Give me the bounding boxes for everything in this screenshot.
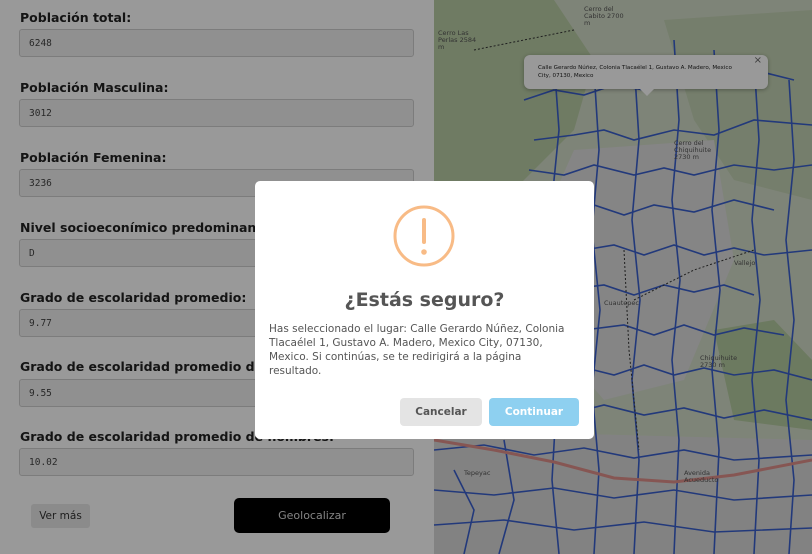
confirm-dialog: ¿Estás seguro? Has seleccionado el lugar… (255, 181, 594, 439)
warning-icon (393, 205, 455, 267)
dialog-title: ¿Estás seguro? (344, 289, 505, 311)
continue-button[interactable]: Continuar (489, 398, 579, 426)
dialog-message: Has seleccionado el lugar: Calle Gerardo… (269, 323, 565, 377)
cancel-button[interactable]: Cancelar (400, 398, 482, 426)
